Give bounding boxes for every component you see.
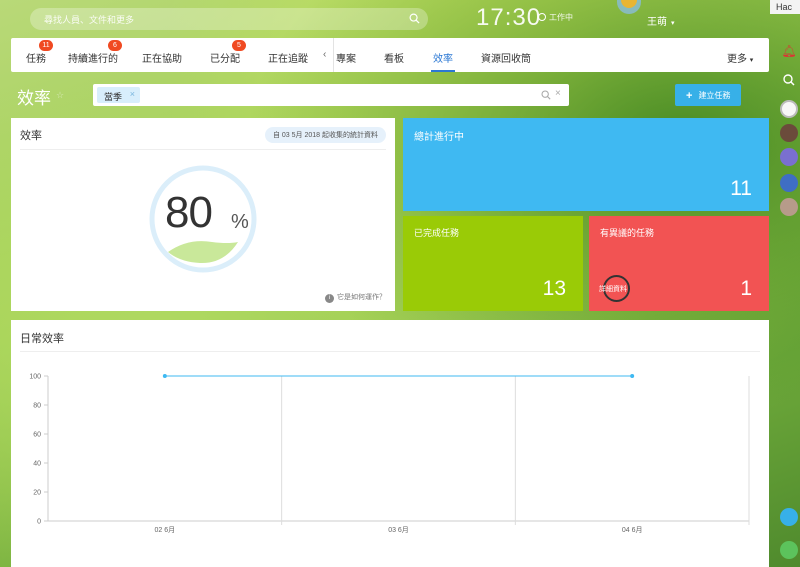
clear-icon[interactable]: × <box>555 88 561 99</box>
global-search-input[interactable]: 尋找人員、文件和更多 <box>30 8 428 30</box>
more-menu[interactable]: 更多 ▾ <box>727 50 753 65</box>
count-badge: 6 <box>108 40 122 51</box>
tile-count: 11 <box>730 177 752 200</box>
contact-avatar-icon[interactable] <box>780 100 798 118</box>
how-it-works-link[interactable]: i 它是如何運作？ <box>325 292 386 303</box>
create-task-button[interactable]: + 建立任務 <box>675 84 741 106</box>
y-tick-label: 40 <box>33 461 41 468</box>
info-icon: i <box>325 294 334 303</box>
contact-avatar-icon[interactable] <box>780 124 798 142</box>
work-status[interactable]: 工作中 <box>538 12 573 23</box>
contact-avatar-icon[interactable] <box>780 148 798 166</box>
bell-icon[interactable]: 🔔︎ <box>780 44 798 62</box>
search-icon[interactable] <box>780 71 798 89</box>
more-label: 更多 <box>727 54 747 65</box>
phone-icon[interactable] <box>780 541 798 559</box>
y-tick-label: 100 <box>29 374 41 381</box>
objection-tile[interactable]: 有異議的任務 詳細資料 1 <box>589 216 769 311</box>
top-bar: 尋找人員、文件和更多 17:30 工作中 王萌 ▾ Hac <box>0 0 800 36</box>
plus-icon: + <box>686 90 693 102</box>
count-badge: 5 <box>232 40 246 51</box>
card-title: 效率 <box>20 130 42 142</box>
tab-label: 效率 <box>433 54 453 65</box>
tab-kanban[interactable]: 看板 <box>384 50 404 65</box>
page-title: 效率 <box>17 89 51 108</box>
user-menu[interactable]: 王萌 ▾ <box>647 13 675 28</box>
status-icon <box>538 13 546 21</box>
tab-following[interactable]: 正在追蹤 <box>268 50 308 65</box>
tile-title: 總計進行中 <box>414 132 464 143</box>
tab-label: 專案 <box>336 54 356 65</box>
create-task-label: 建立任務 <box>698 91 731 100</box>
search-icon[interactable] <box>541 90 551 100</box>
tab-label: 正在追蹤 <box>268 54 308 65</box>
filter-search-input[interactable]: 當季 × × <box>93 84 569 106</box>
chevron-down-icon: ▾ <box>671 20 675 27</box>
tab-efficiency[interactable]: 效率 <box>431 50 455 72</box>
daily-efficiency-card: 日常效率 0 20 40 60 80 100 02 6月 03 6月 04 6月 <box>11 320 769 567</box>
tab-in-progress[interactable]: 持續進行的 6 <box>68 40 122 65</box>
y-tick-label: 0 <box>37 519 41 526</box>
stats-since-badge: 自 03 5月 2018 起收集的統計資料 <box>264 127 386 143</box>
tab-label: 資源回收筒 <box>481 54 531 65</box>
tab-label: 正在協助 <box>142 54 182 65</box>
divider <box>20 149 386 150</box>
filter-chip-label: 當季 <box>104 92 123 102</box>
x-tick-label: 04 6月 <box>622 526 643 534</box>
data-point <box>162 374 167 378</box>
x-tick-label: 03 6月 <box>388 526 409 534</box>
tab-label: 已分配 <box>210 54 240 65</box>
chip-remove-icon[interactable]: × <box>130 89 135 99</box>
tab-projects[interactable]: 專案 <box>336 50 356 65</box>
logout-icon[interactable] <box>780 508 798 526</box>
contact-avatar-icon[interactable] <box>780 174 798 192</box>
y-tick-label: 20 <box>33 490 41 497</box>
data-point <box>630 374 635 378</box>
global-search-placeholder: 尋找人員、文件和更多 <box>44 15 135 25</box>
efficiency-unit: % <box>231 211 249 233</box>
contact-avatar-icon[interactable] <box>780 198 798 216</box>
tab-tasks[interactable]: 任務 11 <box>26 40 53 65</box>
y-tick-label: 80 <box>33 403 41 410</box>
chevron-left-icon[interactable]: ‹ <box>323 49 326 60</box>
tab-label: 任務 <box>26 54 46 65</box>
tab-assigned[interactable]: 已分配 5 <box>210 40 246 65</box>
right-popup[interactable]: Hac <box>770 0 800 14</box>
tile-title: 已完成任務 <box>414 228 460 238</box>
avatar[interactable] <box>617 0 641 14</box>
x-tick-label: 02 6月 <box>155 526 176 534</box>
nav-bar: 任務 11 持續進行的 6 正在協助 已分配 5 正在追蹤 ‹ 專案 看板 效率… <box>11 38 769 72</box>
tab-label: 看板 <box>384 54 404 65</box>
nav-divider <box>333 38 334 72</box>
tile-title: 有異議的任務 <box>600 228 655 238</box>
search-icon[interactable] <box>409 13 420 24</box>
tile-count: 13 <box>542 277 566 300</box>
chevron-down-icon: ▾ <box>749 57 754 64</box>
how-it-works-label: 它是如何運作？ <box>337 294 386 301</box>
work-status-label: 工作中 <box>549 13 573 22</box>
daily-efficiency-chart: 0 20 40 60 80 100 02 6月 03 6月 04 6月 <box>29 374 750 534</box>
efficiency-value: 80 <box>165 188 213 237</box>
tab-assisting[interactable]: 正在協助 <box>142 50 182 65</box>
clock: 17:30 <box>476 4 542 31</box>
tile-count: 1 <box>740 277 752 300</box>
user-name: 王萌 <box>647 17 667 28</box>
tab-recycle-bin[interactable]: 資源回收筒 <box>481 50 531 65</box>
in-progress-tile[interactable]: 總計進行中 11 <box>403 118 769 211</box>
completed-tile[interactable]: 已完成任務 13 <box>403 216 583 311</box>
details-link[interactable]: 詳細資料 <box>599 284 627 294</box>
count-badge: 11 <box>39 40 53 51</box>
star-icon[interactable]: ☆ <box>56 90 64 101</box>
efficiency-card: 效率 自 03 5月 2018 起收集的統計資料 80 % i 它是如何運作？ <box>11 118 395 311</box>
y-tick-label: 60 <box>33 432 41 439</box>
tab-label: 持續進行的 <box>68 54 118 65</box>
filter-chip[interactable]: 當季 × <box>97 87 141 103</box>
